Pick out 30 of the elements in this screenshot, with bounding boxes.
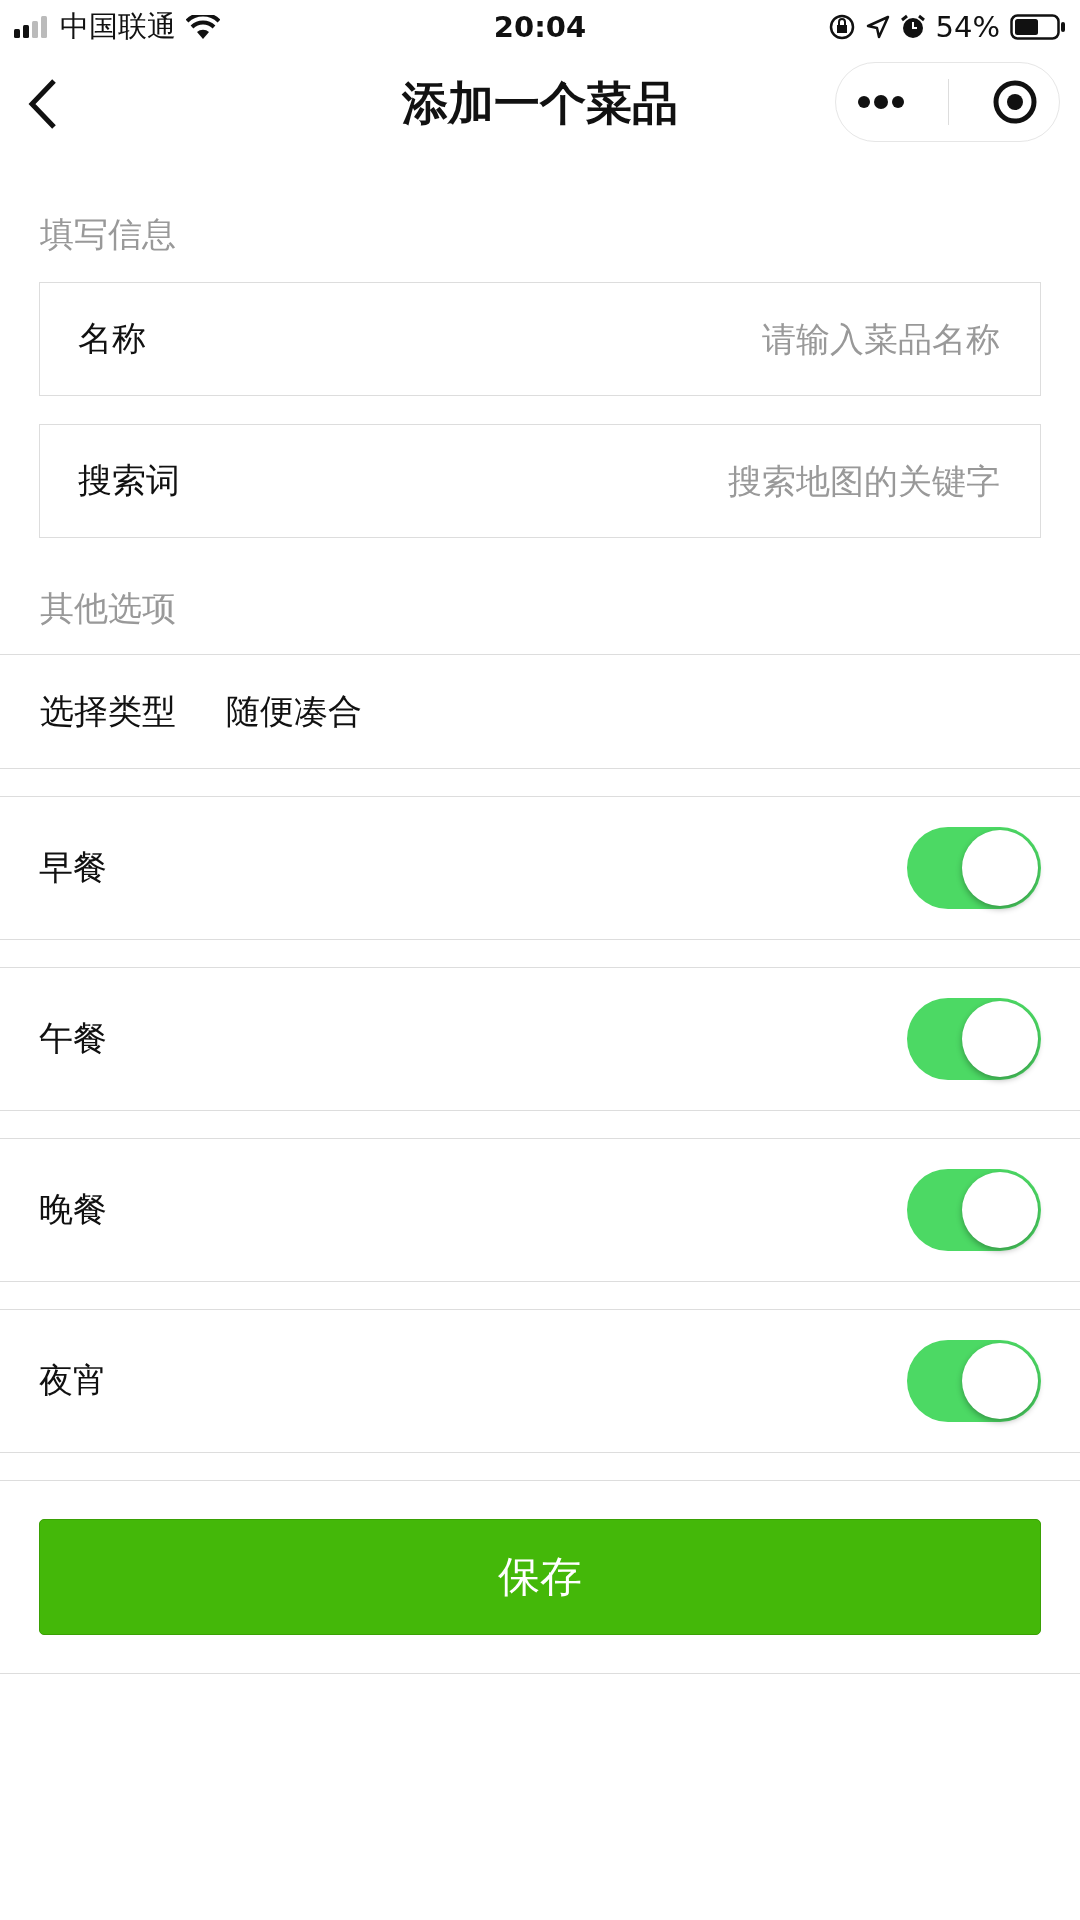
wifi-icon: [186, 15, 220, 39]
signal-icon: [14, 16, 50, 38]
battery-percent: 54%: [935, 10, 1000, 44]
input-field[interactable]: 搜索词 搜索地图的关键字: [39, 424, 1041, 538]
toggle-switch[interactable]: [907, 1340, 1041, 1422]
status-time: 20:04: [493, 10, 587, 44]
location-icon: [865, 15, 890, 39]
picker-label: 选择类型: [40, 689, 176, 733]
toggle-switch[interactable]: [907, 1169, 1041, 1251]
toggle-switch[interactable]: [907, 998, 1041, 1080]
meal-label: 夜宵: [39, 1359, 107, 1402]
section-label: 其他选项: [39, 587, 177, 630]
section-label: 填写信息: [39, 213, 177, 256]
picker-value: 随便凑合: [226, 689, 362, 733]
type-picker[interactable]: 选择类型 随便凑合: [0, 654, 1080, 769]
field-label: 名称: [78, 317, 146, 360]
meal-label: 早餐: [39, 846, 107, 889]
toggle-switch[interactable]: [907, 827, 1041, 909]
battery-icon: [1010, 14, 1066, 40]
page-title: 添加一个菜品: [402, 75, 678, 132]
rotation-lock-icon: [827, 13, 856, 41]
carrier-name: 中国联通: [60, 8, 176, 45]
meal-label: 晚餐: [39, 1188, 107, 1231]
back-icon[interactable]: [28, 78, 58, 130]
input-field[interactable]: 名称 请输入菜品名称: [39, 282, 1041, 396]
field-label: 搜索词: [78, 459, 180, 502]
alarm-icon: [899, 14, 926, 40]
more-icon[interactable]: [857, 95, 906, 109]
meal-label: 午餐: [39, 1017, 107, 1060]
close-icon[interactable]: [991, 79, 1038, 125]
